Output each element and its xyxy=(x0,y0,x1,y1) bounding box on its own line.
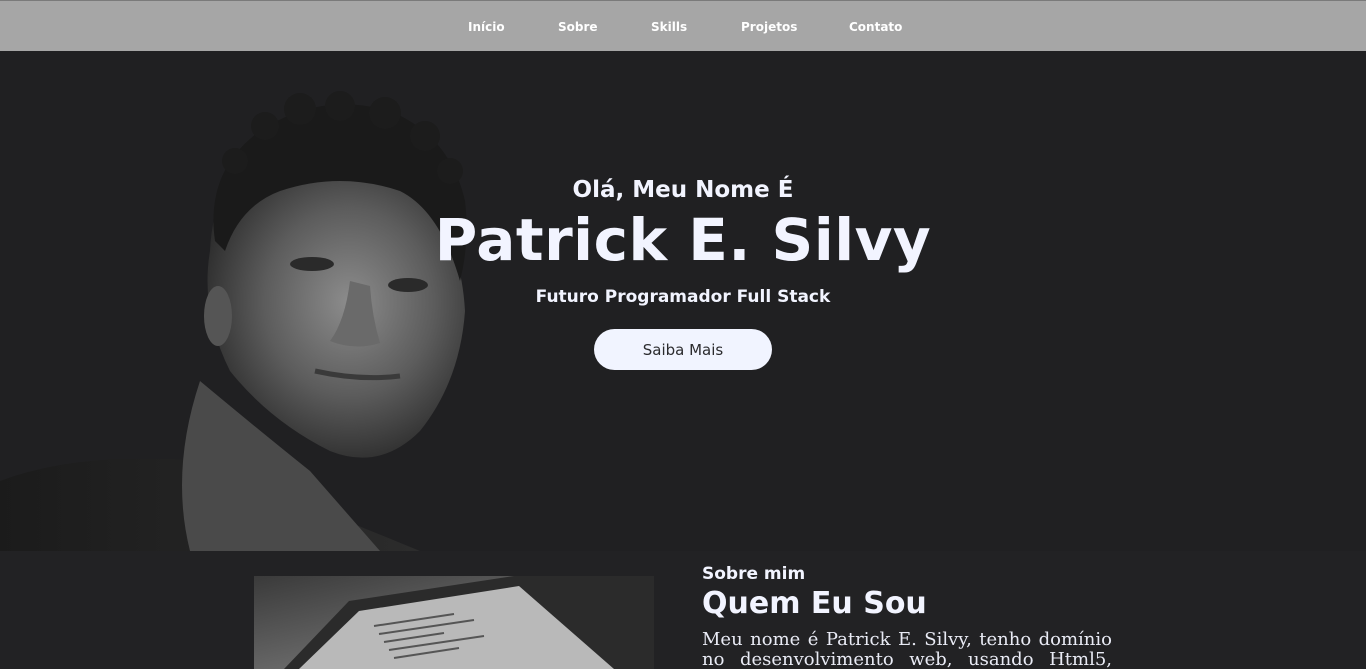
nav-link-sobre[interactable]: Sobre xyxy=(558,20,598,34)
nav-link-skills[interactable]: Skills xyxy=(651,20,687,34)
about-laptop-photo xyxy=(254,576,654,669)
top-navbar: Início Sobre Skills Projetos Contato xyxy=(0,0,1366,51)
about-section: Sobre mim Quem Eu Sou Meu nome é Patrick… xyxy=(0,551,1366,669)
about-eyebrow: Sobre mim xyxy=(702,564,806,584)
saiba-mais-button[interactable]: Saiba Mais xyxy=(594,329,772,370)
nav-link-contato[interactable]: Contato xyxy=(849,20,902,34)
about-heading: Quem Eu Sou xyxy=(702,586,927,621)
hero-text-block: Olá, Meu Nome É Patrick E. Silvy Futuro … xyxy=(0,51,1366,551)
nav-link-inicio[interactable]: Início xyxy=(468,20,505,34)
nav-link-projetos[interactable]: Projetos xyxy=(741,20,797,34)
about-description: Meu nome é Patrick E. Silvy, tenho domín… xyxy=(702,629,1112,669)
hero-subtitle: Futuro Programador Full Stack xyxy=(535,287,831,307)
hero-greeting: Olá, Meu Nome É xyxy=(572,177,794,203)
hero-name: Patrick E. Silvy xyxy=(434,206,932,274)
hero-section: Olá, Meu Nome É Patrick E. Silvy Futuro … xyxy=(0,51,1366,551)
